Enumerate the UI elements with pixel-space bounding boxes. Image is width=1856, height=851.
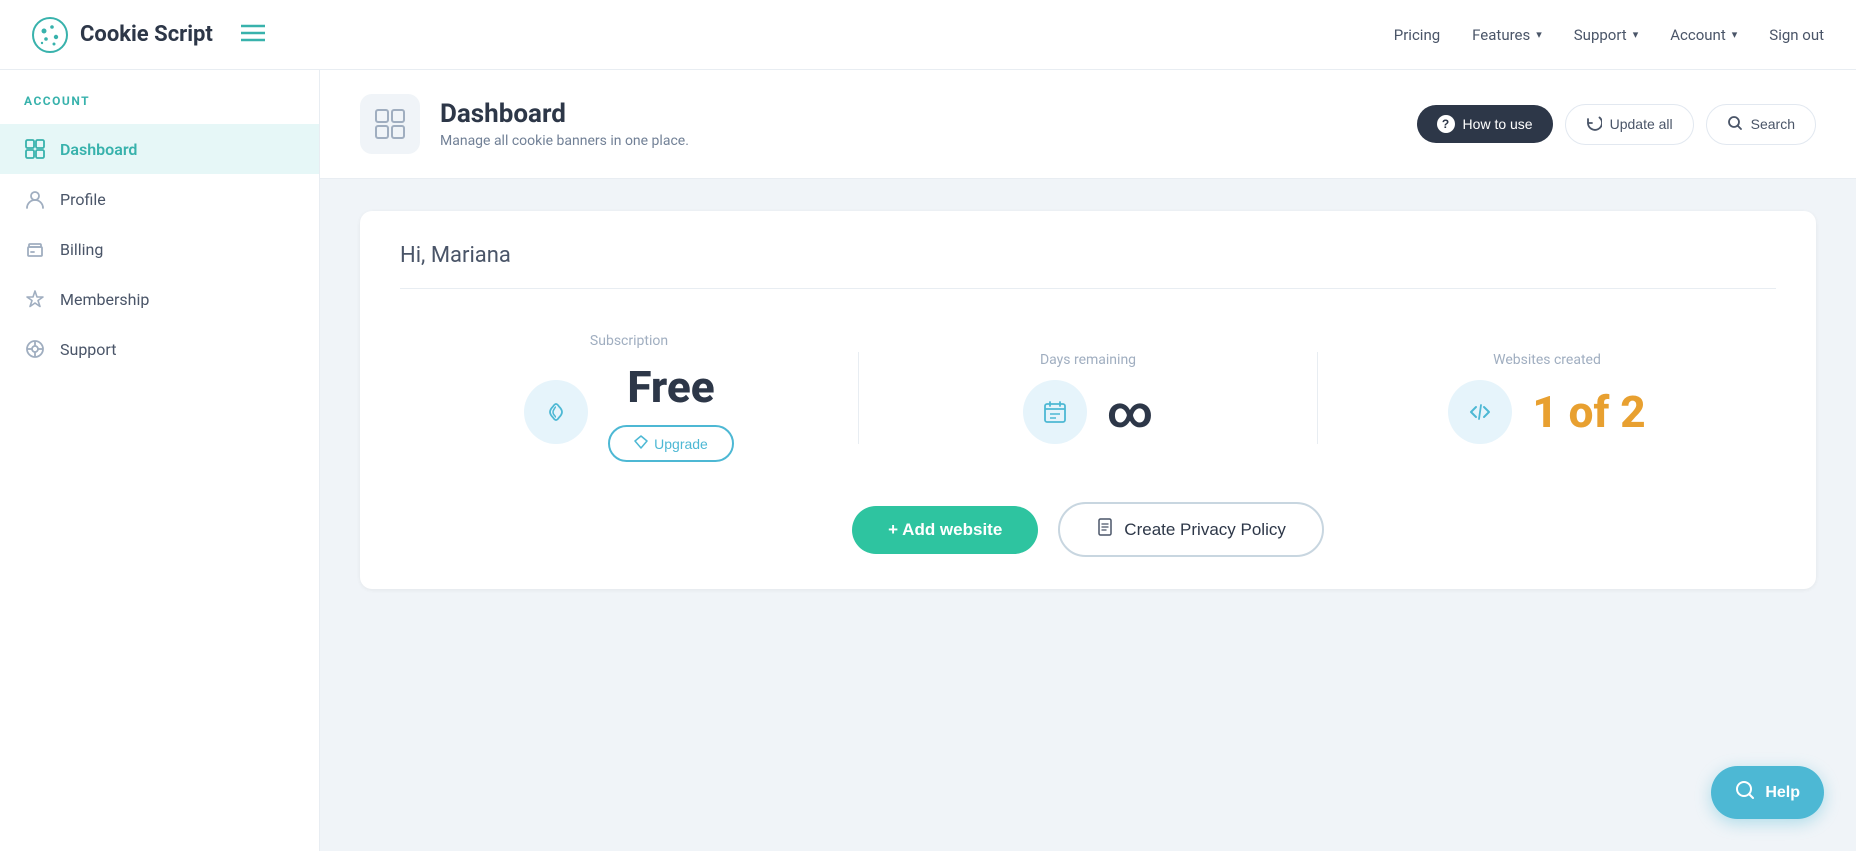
- search-icon: [1727, 115, 1743, 134]
- subscription-label: Subscription: [590, 333, 668, 349]
- billing-icon: [24, 238, 46, 260]
- sidebar-label-dashboard: Dashboard: [60, 140, 137, 159]
- support-link[interactable]: Support: [1574, 26, 1638, 44]
- greeting-text: Hi, Mariana: [400, 243, 1776, 289]
- sidebar-item-dashboard[interactable]: Dashboard: [0, 124, 319, 174]
- dashboard-icon: [24, 138, 46, 160]
- nav-right-links: Pricing Features Support Account Sign ou…: [1394, 26, 1824, 44]
- sidebar-item-membership[interactable]: Membership: [0, 274, 319, 324]
- search-button[interactable]: Search: [1706, 104, 1816, 145]
- sidebar-label-membership: Membership: [60, 290, 149, 309]
- profile-icon: [24, 188, 46, 210]
- add-website-button[interactable]: + Add website: [852, 506, 1038, 554]
- dashboard-title: Dashboard: [440, 99, 689, 129]
- dashboard-icon-box: [360, 94, 420, 154]
- create-privacy-policy-button[interactable]: Create Privacy Policy: [1058, 502, 1324, 557]
- how-to-use-button[interactable]: ? How to use: [1417, 105, 1553, 143]
- calendar-icon: [1023, 380, 1087, 444]
- help-search-icon: [1735, 780, 1755, 805]
- features-link[interactable]: Features: [1472, 26, 1542, 44]
- dashboard-card: Hi, Mariana Subscription: [360, 211, 1816, 589]
- pricing-link[interactable]: Pricing: [1394, 26, 1440, 44]
- sidebar-item-profile[interactable]: Profile: [0, 174, 319, 224]
- refresh-icon: [1586, 115, 1602, 134]
- brand-name: Cookie Script: [80, 22, 213, 47]
- sidebar-label-support: Support: [60, 340, 116, 359]
- question-icon: ?: [1437, 115, 1455, 133]
- cookie-script-logo-icon: [32, 17, 68, 53]
- sidebar: ACCOUNT Dashboard Profile: [0, 70, 320, 851]
- dashboard-title-area: Dashboard Manage all cookie banners in o…: [360, 94, 689, 154]
- dashboard-header: Dashboard Manage all cookie banners in o…: [320, 70, 1856, 179]
- code-icon: [1448, 380, 1512, 444]
- logo-area: Cookie Script: [32, 17, 265, 53]
- document-icon: [1096, 518, 1114, 541]
- stat-days-remaining: Days remaining: [858, 352, 1317, 444]
- dashboard-action-buttons: ? How to use Update all: [1417, 104, 1816, 145]
- account-link[interactable]: Account: [1670, 26, 1737, 44]
- help-button[interactable]: Help: [1711, 766, 1824, 819]
- sidebar-label-billing: Billing: [60, 240, 103, 259]
- signout-link[interactable]: Sign out: [1769, 26, 1824, 44]
- top-navigation: Cookie Script Pricing Features Support A…: [0, 0, 1856, 70]
- membership-icon: [24, 288, 46, 310]
- websites-created-label: Websites created: [1493, 352, 1601, 368]
- content-area: Hi, Mariana Subscription: [320, 179, 1856, 621]
- sidebar-section-title: ACCOUNT: [0, 94, 319, 124]
- dashboard-subtitle: Manage all cookie banners in one place.: [440, 133, 689, 149]
- update-all-button[interactable]: Update all: [1565, 104, 1694, 145]
- stat-websites-created: Websites created 1 of 2: [1317, 352, 1776, 444]
- support-icon: [24, 338, 46, 360]
- sidebar-label-profile: Profile: [60, 190, 106, 209]
- days-remaining-label: Days remaining: [1040, 352, 1136, 368]
- dashboard-text-area: Dashboard Manage all cookie banners in o…: [440, 99, 689, 149]
- websites-created-value: 1 of 2: [1532, 386, 1645, 438]
- subscription-value: Free: [627, 361, 714, 413]
- diamond-icon: [634, 435, 648, 452]
- upgrade-button[interactable]: Upgrade: [608, 425, 734, 462]
- subscription-value-section: Free Upgrade: [608, 361, 734, 462]
- sidebar-item-support[interactable]: Support: [0, 324, 319, 374]
- stats-row: Subscription Free: [400, 317, 1776, 494]
- stat-subscription: Subscription Free: [400, 333, 858, 462]
- days-remaining-value: ∞: [1107, 386, 1153, 438]
- page-layout: ACCOUNT Dashboard Profile: [0, 70, 1856, 851]
- main-content: Dashboard Manage all cookie banners in o…: [320, 70, 1856, 851]
- hamburger-icon[interactable]: [241, 24, 265, 46]
- sidebar-item-billing[interactable]: Billing: [0, 224, 319, 274]
- action-buttons: + Add website Create Privacy Policy: [400, 494, 1776, 557]
- subscription-icon: [524, 380, 588, 444]
